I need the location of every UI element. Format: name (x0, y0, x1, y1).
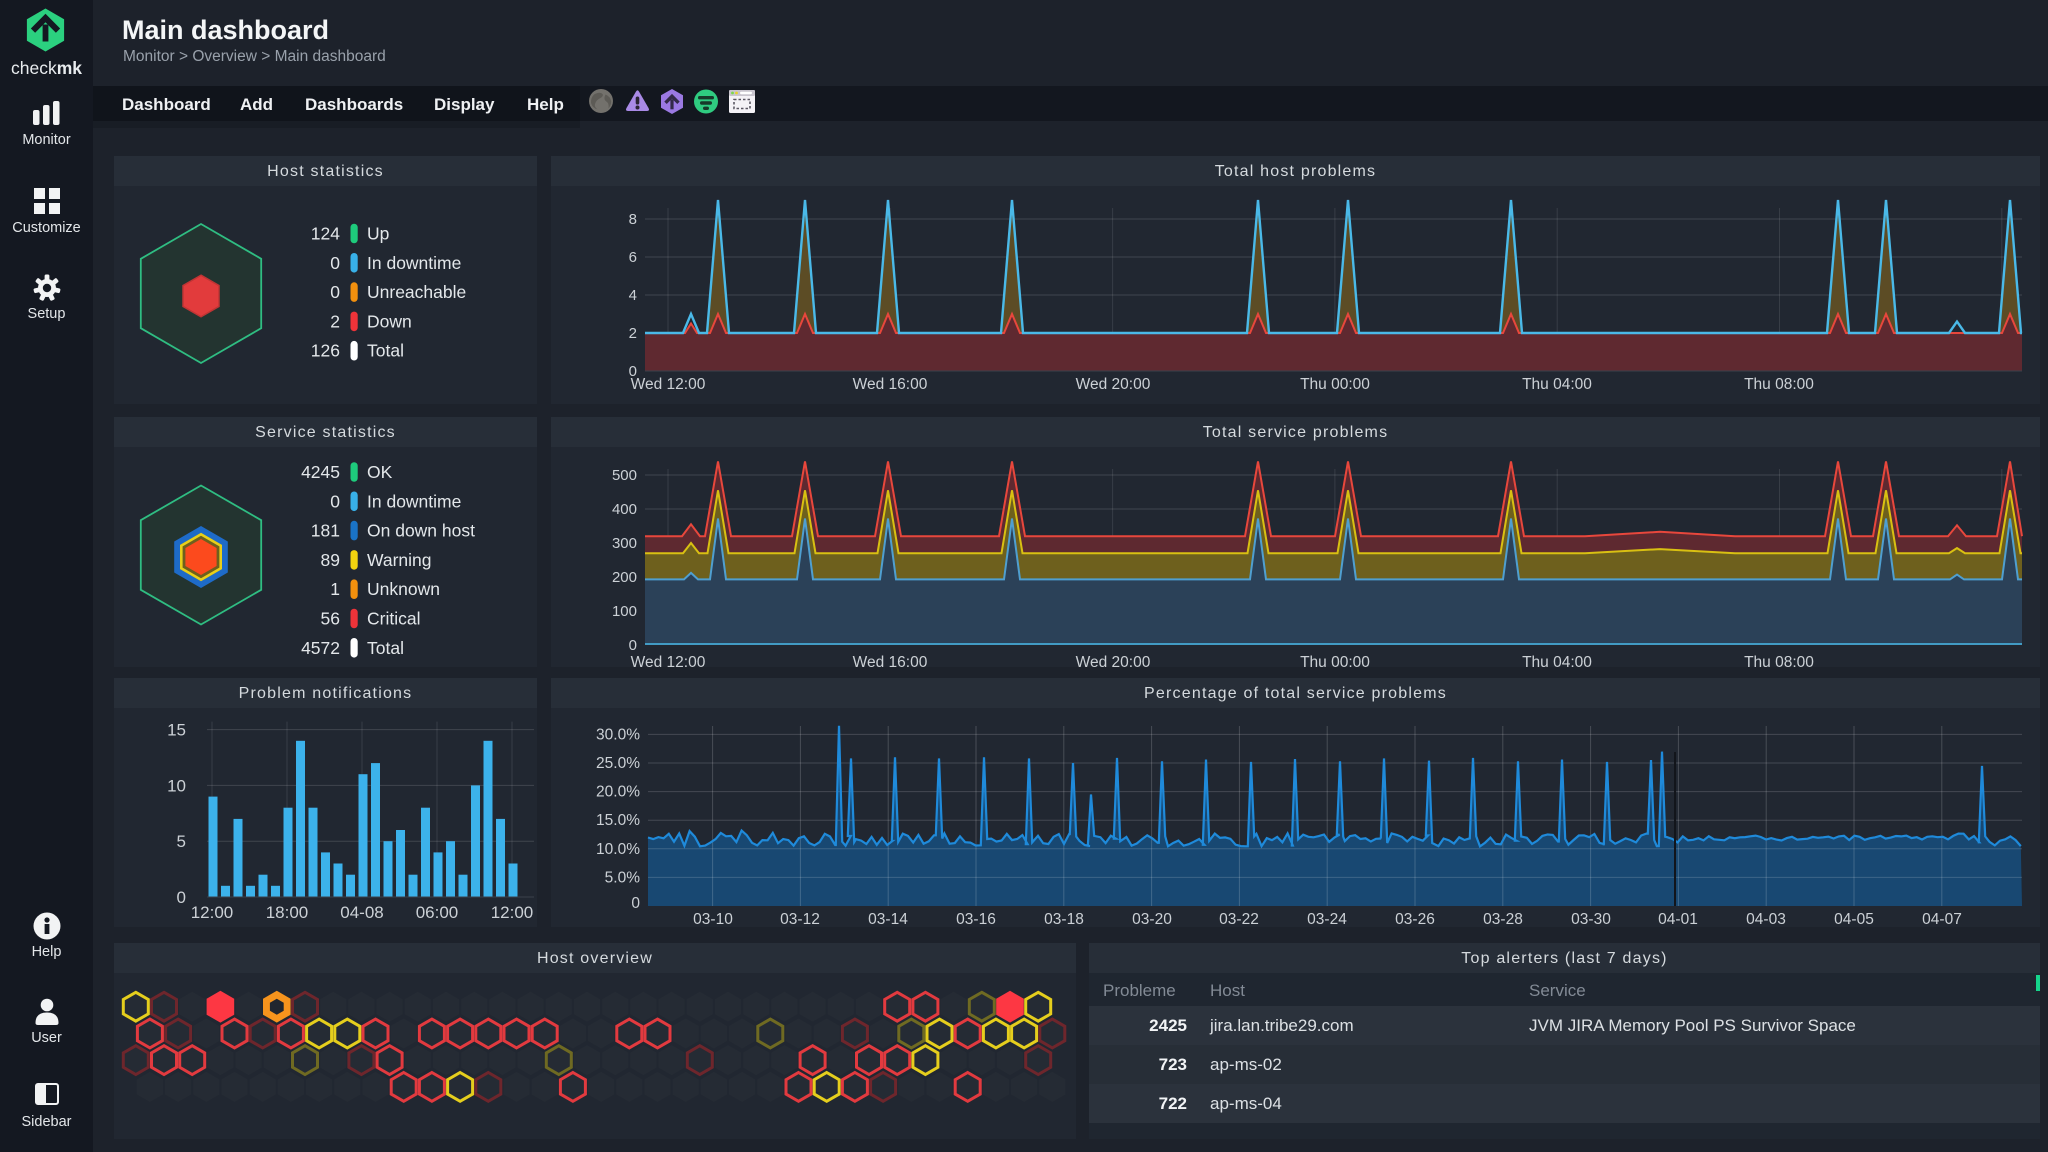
svg-text:1: 1 (330, 579, 340, 599)
svg-text:03-14: 03-14 (868, 911, 908, 927)
svg-text:56: 56 (321, 609, 340, 629)
svg-text:181: 181 (311, 521, 340, 541)
svg-text:0: 0 (330, 491, 340, 511)
svg-text:400: 400 (612, 501, 637, 518)
svg-text:04-08: 04-08 (340, 903, 383, 922)
svg-text:15.0%: 15.0% (596, 812, 640, 829)
svg-text:In downtime: In downtime (367, 491, 461, 511)
svg-text:20.0%: 20.0% (596, 784, 640, 801)
svg-text:Wed 12:00: Wed 12:00 (631, 654, 706, 667)
svg-text:03-18: 03-18 (1044, 911, 1084, 927)
svg-text:0: 0 (330, 253, 340, 273)
svg-text:0: 0 (629, 637, 637, 654)
svg-text:On down host: On down host (367, 521, 475, 541)
svg-text:03-24: 03-24 (1307, 911, 1347, 927)
svg-text:500: 500 (612, 467, 637, 484)
svg-text:Wed 20:00: Wed 20:00 (1076, 376, 1151, 393)
svg-text:03-28: 03-28 (1483, 911, 1523, 927)
svg-text:03-12: 03-12 (780, 911, 820, 927)
svg-text:checkmk: checkmk (11, 58, 82, 78)
svg-text:4572: 4572 (301, 638, 340, 658)
svg-text:4: 4 (629, 287, 637, 304)
svg-text:In downtime: In downtime (367, 253, 461, 273)
svg-text:100: 100 (612, 603, 637, 620)
svg-text:03-20: 03-20 (1132, 911, 1172, 927)
svg-text:10.0%: 10.0% (596, 841, 640, 858)
svg-text:126: 126 (311, 341, 340, 361)
svg-text:0: 0 (177, 888, 186, 907)
svg-text:15: 15 (167, 721, 186, 740)
svg-text:8: 8 (629, 211, 637, 228)
svg-text:Up: Up (367, 224, 389, 244)
svg-text:Down: Down (367, 311, 412, 331)
svg-text:04-07: 04-07 (1922, 911, 1962, 927)
svg-text:04-03: 04-03 (1746, 911, 1786, 927)
svg-text:300: 300 (612, 535, 637, 552)
svg-text:Thu 08:00: Thu 08:00 (1744, 376, 1814, 393)
svg-text:Unknown: Unknown (367, 579, 440, 599)
svg-text:30.0%: 30.0% (596, 726, 640, 743)
svg-text:Thu 04:00: Thu 04:00 (1522, 376, 1592, 393)
svg-text:03-30: 03-30 (1571, 911, 1611, 927)
svg-text:03-16: 03-16 (956, 911, 996, 927)
svg-text:Wed 12:00: Wed 12:00 (631, 376, 706, 393)
svg-text:Thu 00:00: Thu 00:00 (1300, 654, 1370, 667)
svg-text:04-05: 04-05 (1834, 911, 1874, 927)
svg-text:Unreachable: Unreachable (367, 282, 466, 302)
svg-text:03-10: 03-10 (693, 911, 733, 927)
svg-text:Wed 20:00: Wed 20:00 (1076, 654, 1151, 667)
svg-text:2: 2 (629, 325, 637, 342)
svg-text:5: 5 (177, 832, 186, 851)
svg-text:10: 10 (167, 776, 186, 795)
svg-text:5.0%: 5.0% (605, 869, 641, 886)
svg-text:06:00: 06:00 (416, 903, 459, 922)
svg-text:Wed 16:00: Wed 16:00 (853, 654, 928, 667)
svg-text:124: 124 (311, 224, 340, 244)
svg-text:Total: Total (367, 341, 404, 361)
svg-text:Thu 08:00: Thu 08:00 (1744, 654, 1814, 667)
svg-text:Critical: Critical (367, 609, 420, 629)
svg-text:25.0%: 25.0% (596, 755, 640, 772)
svg-text:0: 0 (330, 282, 340, 302)
svg-text:Wed 16:00: Wed 16:00 (853, 376, 928, 393)
svg-text:OK: OK (367, 462, 393, 482)
svg-text:03-22: 03-22 (1219, 911, 1259, 927)
svg-text:18:00: 18:00 (266, 903, 309, 922)
svg-text:Total: Total (367, 638, 404, 658)
svg-text:4245: 4245 (301, 462, 340, 482)
svg-text:Thu 00:00: Thu 00:00 (1300, 376, 1370, 393)
svg-text:Warning: Warning (367, 550, 432, 570)
svg-text:89: 89 (321, 550, 340, 570)
svg-text:200: 200 (612, 569, 637, 586)
svg-text:2: 2 (330, 311, 340, 331)
svg-text:03-26: 03-26 (1395, 911, 1435, 927)
svg-text:12:00: 12:00 (491, 903, 534, 922)
svg-text:6: 6 (629, 249, 637, 266)
svg-text:04-01: 04-01 (1658, 911, 1698, 927)
svg-text:0: 0 (631, 895, 640, 912)
svg-text:12:00: 12:00 (191, 903, 234, 922)
svg-text:Thu 04:00: Thu 04:00 (1522, 654, 1592, 667)
